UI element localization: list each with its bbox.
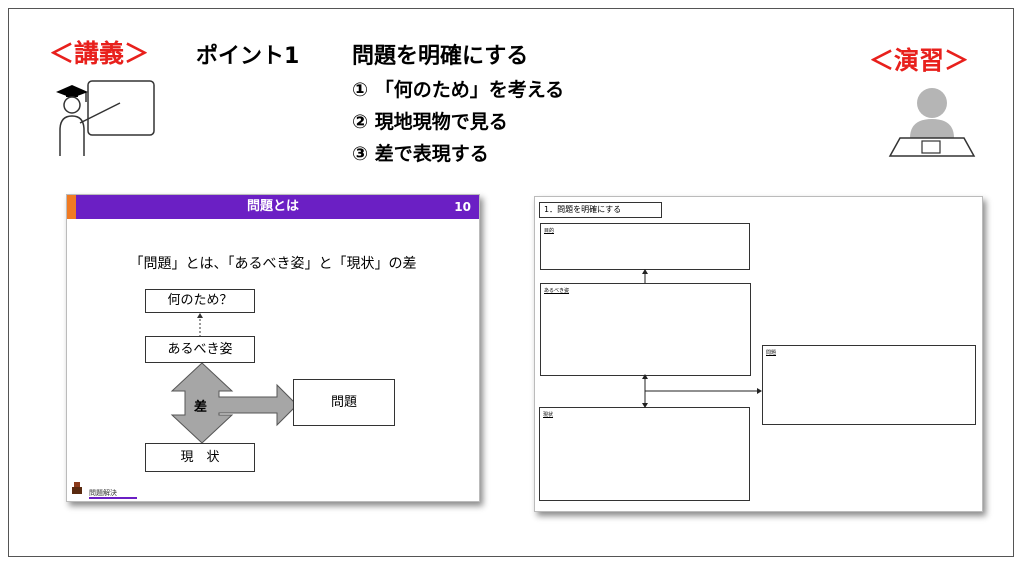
current-box: 現 状 (145, 443, 255, 472)
slide-title: 問題とは (246, 199, 299, 214)
gap-arrow (170, 363, 297, 443)
teacher-icon (56, 80, 155, 156)
worksheet-slide: 1．問題を明確にする 目的 あるべき姿 問題 現状 (534, 196, 983, 512)
point-item-2: ② 現地現物で見る (352, 111, 508, 133)
student-icon (888, 88, 976, 157)
worksheet-connectors (642, 269, 762, 408)
point-item-3: ③ 差で表現する (352, 143, 489, 165)
section-title: 問題を明確にする (352, 44, 529, 69)
slide-page-number: 10 (454, 200, 471, 214)
footer-line (89, 497, 137, 499)
exercise-label: ＜演習＞ (869, 46, 970, 75)
purpose-box: 何のため？ (145, 289, 255, 313)
dotted-arrow (197, 313, 203, 337)
point-label: ポイント1 (196, 44, 300, 69)
slide-caption: 「問題」とは、「あるべき姿」と「現状」の差 (129, 256, 417, 272)
lecture-slide: 問題とは 10 「問題」とは、「あるべき姿」と「現状」の差 何のため？ あるべき… (66, 194, 480, 502)
lecture-label: ＜講義＞ (49, 39, 150, 68)
footer-logo-icon (72, 482, 82, 494)
gap-label: 差 (194, 400, 208, 415)
ideal-box: あるべき姿 (145, 336, 255, 363)
point-item-1: ① 「何のため」を考える (352, 79, 565, 101)
problem-box: 問題 (293, 379, 395, 426)
